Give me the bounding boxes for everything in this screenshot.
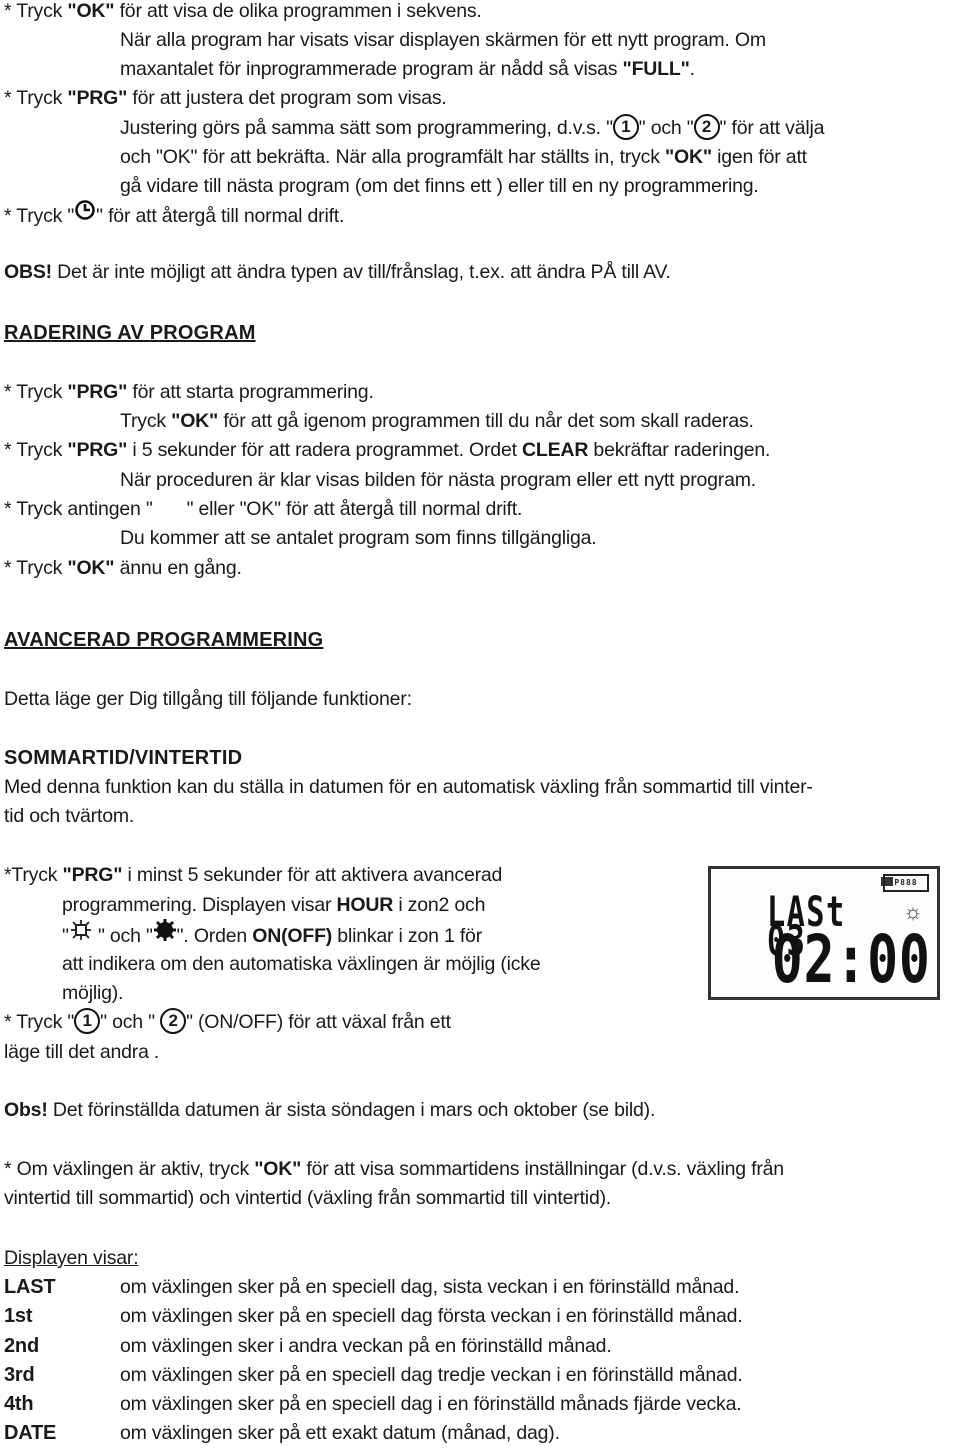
instruction-line: Tryck "OK" för att gå igenom programmen … (120, 410, 754, 432)
display-text-clear: CLEAR (522, 439, 589, 461)
key-ok: "OK" (67, 557, 115, 579)
key-prg: "PRG" (67, 439, 128, 461)
button-1-icon: 1 (612, 113, 639, 140)
instruction-line: * Tryck " 1 " och " 2 " (ON/OFF) för att vä… (4, 1007, 451, 1037)
instruction-line: programmering. Displayen visar HOUR i zo… (62, 894, 486, 916)
description-line: Med denna funktion kan du ställa in datu… (4, 776, 813, 798)
key-ok: "OK" (67, 0, 115, 22)
instruction-line: Du kommer att se antalet program som fin… (120, 527, 597, 549)
instruction-line: och "OK" för att bekräfta. När alla prog… (120, 146, 807, 168)
sun-icon (69, 919, 93, 950)
instruction-line: gå vidare till nästa program (om det fin… (120, 175, 759, 197)
instruction-line: möjlig). (62, 982, 124, 1004)
button-2-icon: 2 (160, 1007, 187, 1034)
section-heading-radering: RADERING AV PROGRAM (4, 322, 256, 344)
list-item: 2nd om växlingen sker i andra veckan på e… (4, 1332, 612, 1361)
instruction-line: läge till det andra . (4, 1041, 160, 1063)
key-ok: "OK" (664, 146, 712, 168)
instruction-line: När alla program har visats visar displa… (120, 29, 766, 51)
instruction-line: * Om växlingen är aktiv, tryck "OK" för … (4, 1158, 784, 1180)
term: 3rd (4, 1364, 35, 1386)
instruction-line: vintertid till sommartid) och vintertid … (4, 1187, 612, 1209)
key-prg: "PRG" (62, 864, 123, 886)
instruction-line: " " och " ". Orden ON(OFF) blinkar i zon … (62, 918, 482, 953)
section-heading-avancerad: AVANCERAD PROGRAMMERING (4, 629, 324, 651)
display-list-title: Displayen visar: (4, 1247, 139, 1269)
instruction-line: * Tryck antingen " " eller "OK" för att å… (4, 498, 523, 520)
key-ok: "OK" (254, 1158, 302, 1180)
instruction-line: * Tryck "OK" ännu en gång. (4, 557, 242, 579)
key-prg: "PRG" (67, 381, 128, 403)
obs-note: Obs! Det förinställda datumen är sista s… (4, 1099, 656, 1121)
lcd-display-image: P888 LASt 03 ☼ 02:00 (708, 866, 940, 1000)
instruction-line: att indikera om den automatiska växlinge… (62, 953, 541, 975)
list-item: 3rd om växlingen sker på en speciell dag … (4, 1361, 743, 1390)
subheading-sommartid: SOMMARTID/VINTERTID (4, 747, 243, 769)
term: LAST (4, 1276, 56, 1298)
instruction-line: Justering görs på samma sätt som program… (120, 113, 824, 143)
button-1-icon: 1 (74, 1007, 101, 1034)
display-text-onoff: ON(OFF) (252, 924, 333, 947)
term: 4th (4, 1393, 34, 1415)
term-desc: om växlingen sker på en speciell dag tre… (120, 1364, 743, 1386)
term: DATE (4, 1422, 57, 1444)
list-item: DATE om växlingen sker på ett exakt datum… (4, 1419, 560, 1448)
instruction-line: När proceduren är klar visas bilden för … (120, 469, 756, 491)
clock-icon (74, 199, 96, 230)
display-text-full: "FULL" (622, 58, 690, 80)
lcd-sun-icon: ☼ (902, 899, 923, 924)
instruction-line: * Tryck "PRG" för att starta programmeri… (4, 381, 374, 403)
instruction-line: * Tryck "OK" för att visa de olika progr… (4, 0, 482, 22)
obs-note: OBS! Det är inte möjligt att ändra typen… (4, 261, 671, 283)
lcd-time: 02:00 (772, 921, 931, 998)
instruction-line: * Tryck " " för att återgå till normal dr… (4, 199, 344, 232)
intro-text: Detta läge ger Dig tillgång till följand… (4, 688, 412, 710)
list-item: 1st om växlingen sker på en speciell dag … (4, 1302, 743, 1331)
instruction-line: * Tryck "PRG" i 5 sekunder för att rader… (4, 439, 771, 461)
key-ok: "OK" (171, 410, 219, 432)
term: 2nd (4, 1335, 39, 1357)
lcd-program-box: P888 (883, 874, 929, 892)
term-desc: om växlingen sker på ett exakt datum (må… (120, 1422, 560, 1444)
display-text-hour: HOUR (336, 894, 394, 916)
term-desc: om växlingen sker i andra veckan på en f… (120, 1335, 612, 1357)
instruction-line: * Tryck "PRG" för att justera det progra… (4, 87, 447, 109)
key-prg: "PRG" (67, 87, 128, 109)
list-item: 4th om växlingen sker på en speciell dag … (4, 1390, 742, 1419)
term-desc: om växlingen sker på en speciell dag, si… (120, 1276, 740, 1298)
instruction-line: *Tryck "PRG" i minst 5 sekunder för att … (4, 864, 503, 886)
instruction-line: maxantalet för inprogrammerade program ä… (120, 58, 695, 80)
list-item: LAST om växlingen sker på en speciell dag… (4, 1273, 739, 1302)
term-desc: om växlingen sker på en speciell dag i e… (120, 1393, 742, 1415)
term: 1st (4, 1305, 33, 1327)
button-2-icon: 2 (693, 113, 720, 140)
term-desc: om växlingen sker på en speciell dag för… (120, 1305, 743, 1327)
snowflake-icon (153, 918, 177, 951)
description-line: tid och tvärtom. (4, 805, 135, 827)
